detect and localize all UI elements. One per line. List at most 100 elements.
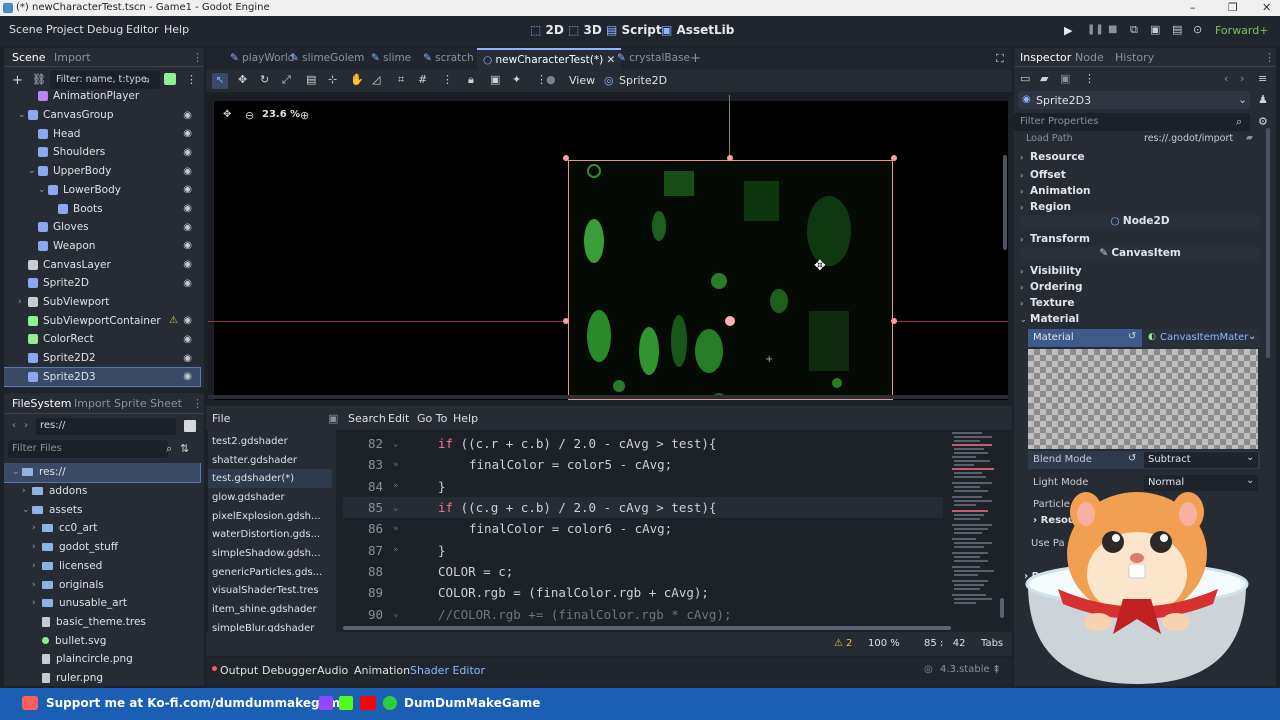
renderer-select[interactable]: Forward+ [1215,24,1268,37]
file-item[interactable]: basic_theme.tres [4,613,200,632]
remote-debug-icon[interactable]: ⧉ [1130,23,1138,37]
scene-tab[interactable]: ✎ scratch [417,48,480,70]
fold-arrow-icon[interactable]: ⌄ [393,609,398,619]
scene-tree-node[interactable]: › SubViewport [4,293,200,312]
kofi-link[interactable]: Support me at Ko-fi.com/dumdummakegame [46,696,348,710]
scene-tree-node[interactable]: ⌄ CanvasGroup ◉ [4,106,200,125]
visibility-eye-icon[interactable]: ◉ [183,334,192,345]
stop-icon[interactable]: ■ [1108,24,1117,35]
visibility-eye-icon[interactable]: ◉ [183,128,192,139]
object-history-icon[interactable]: ≡ [1258,72,1267,85]
folder-item[interactable]: › originals [4,575,200,594]
node-menu[interactable]: Sprite2D [619,74,667,87]
scene-tab[interactable]: ✎ slimeGolem [284,48,370,70]
section-animation[interactable]: › Animation [1020,183,1260,199]
shader-menu-file[interactable]: File [212,412,230,425]
expand-arrow-icon[interactable]: ⌄ [38,185,48,195]
maximize-button[interactable]: ❐ [1228,1,1238,14]
scene-tree-node[interactable]: Sprite2D2 ◉ [4,349,200,368]
blend-mode-select[interactable]: Subtract ⌄ [1144,452,1258,468]
handle-t[interactable] [727,155,733,161]
visibility-eye-icon[interactable]: ◉ [183,184,192,195]
code-minimap[interactable] [950,430,1000,620]
object-selector[interactable]: ◉ Sprite2D3 ⌄ [1018,91,1250,109]
visibility-eye-icon[interactable]: ◉ [183,240,192,251]
list-select-icon[interactable]: ▤ [306,73,316,86]
warning-icon[interactable]: ⚠ [834,638,843,649]
revert-icon[interactable]: ↺ [1128,331,1136,342]
link-icon[interactable]: ⛓ [32,73,46,86]
tab-inspector[interactable]: Inspector [1020,51,1071,64]
smart-snap-icon[interactable]: ⌗ [398,73,404,87]
group-icon[interactable]: ▣ [490,73,500,86]
lock-icon[interactable]: 🔒︎ [468,73,474,87]
folder-icon[interactable]: ▰ [1246,133,1253,143]
scale-mode-icon[interactable]: ⤢ [282,73,291,87]
tab-import[interactable]: Import [54,51,91,64]
code-line[interactable]: 89 COLOR.rgb = (finalColor.rgb + cAvg); [343,582,943,603]
select-mode-icon[interactable]: ↖ [212,73,228,89]
expand-arrow-icon[interactable]: › [32,542,42,552]
file-item[interactable]: plaincircle.png [4,650,200,669]
distraction-free-icon[interactable]: ⛶ [996,52,1004,66]
section-material[interactable]: ⌄ Material [1020,311,1260,327]
sprite-texture[interactable] [568,160,893,400]
pan-mode-icon[interactable]: ✋ [350,73,364,86]
warning-icon[interactable]: ⚠ [169,315,178,326]
viewport-hscroll[interactable] [208,395,1008,399]
snap-options-icon[interactable]: ⋮ [442,73,453,86]
visibility-eye-icon[interactable]: ◉ [183,110,192,121]
add-node-icon[interactable]: + [12,73,23,88]
scene-tree-node[interactable]: AnimationPlayer [4,87,200,106]
canvas-viewport[interactable]: ✥ ⊖ 23.6 % ⊕ ✥ + [208,95,1008,400]
folder-item[interactable]: ⌄ assets [4,500,200,519]
forward-icon[interactable]: › [24,420,28,431]
folder-item[interactable]: › unusable_art [4,594,200,613]
code-line[interactable]: 87 »} [343,540,943,561]
tab-history[interactable]: History [1115,51,1154,64]
expand-arrow-icon[interactable]: › [22,486,32,496]
scene-tree-node[interactable]: Sprite2D ◉ [4,274,200,293]
menu-debug[interactable]: Debug [87,23,123,36]
material-resource-picker[interactable]: ◐ CanvasItemMater ⌄ [1146,331,1258,346]
shader-file-item[interactable]: item_shine.gdshader [208,600,332,619]
visibility-eye-icon[interactable]: ◉ [183,278,192,289]
grid-snap-icon[interactable]: # [418,73,427,86]
expand-arrow-icon[interactable]: › [32,598,42,608]
scene-tree-node[interactable]: ⌄ UpperBody ◉ [4,162,200,181]
tab-import-sprite-sheet[interactable]: Import Sprite Sheet [74,397,182,410]
center-view-icon[interactable]: ✥ [223,109,231,120]
folder-item[interactable]: › licensed [4,557,200,576]
menu-editor[interactable]: Editor [126,23,159,36]
code-zoom[interactable]: 100 % [868,638,900,649]
movie-maker-icon[interactable]: ⊙ [1193,23,1202,36]
scene-tree-node[interactable]: ⌄ LowerBody ◉ [4,181,200,200]
pivot-handle[interactable] [725,316,735,326]
visibility-eye-icon[interactable]: ◉ [183,203,192,214]
scene-tab[interactable]: ✎ crystalBase [611,48,696,70]
folder-item[interactable]: › cc0_art [4,519,200,538]
particles-icon[interactable]: ● [546,73,556,86]
history-forward-icon[interactable]: › [1240,72,1244,85]
tab-output[interactable]: Output [220,664,258,677]
expand-arrow-icon[interactable]: ⌄ [28,166,38,176]
minimize-button[interactable]: – [1190,1,1196,14]
play-icon[interactable]: ▶ [1064,24,1072,37]
folder-item[interactable]: › addons [4,482,200,501]
section-visibility[interactable]: › Visibility [1020,263,1260,279]
scene-tree-node[interactable]: CanvasLayer ◉ [4,255,200,274]
dock-menu-icon[interactable]: ⋮ [192,397,203,410]
shader-file-item[interactable]: visualShaderTest.tres [208,582,332,601]
expand-arrow-icon[interactable]: ⌄ [22,505,32,515]
expand-arrow-icon[interactable]: › [32,561,42,571]
move-mode-icon[interactable]: ✥ [238,73,247,86]
section-ordering[interactable]: › Ordering [1020,279,1260,295]
expand-arrow-icon[interactable]: › [32,523,42,533]
section-transform[interactable]: › Transform [1020,231,1260,247]
file-item[interactable]: bullet.svg [4,631,200,650]
shader-file-item[interactable]: pixelExplosion.gdsh... [208,507,332,526]
attach-script-icon[interactable] [164,73,176,85]
back-icon[interactable]: ‹ [12,420,16,431]
add-scene-tab-icon[interactable]: + [690,51,701,66]
shader-file-item[interactable]: glow.gdshader [208,488,332,507]
